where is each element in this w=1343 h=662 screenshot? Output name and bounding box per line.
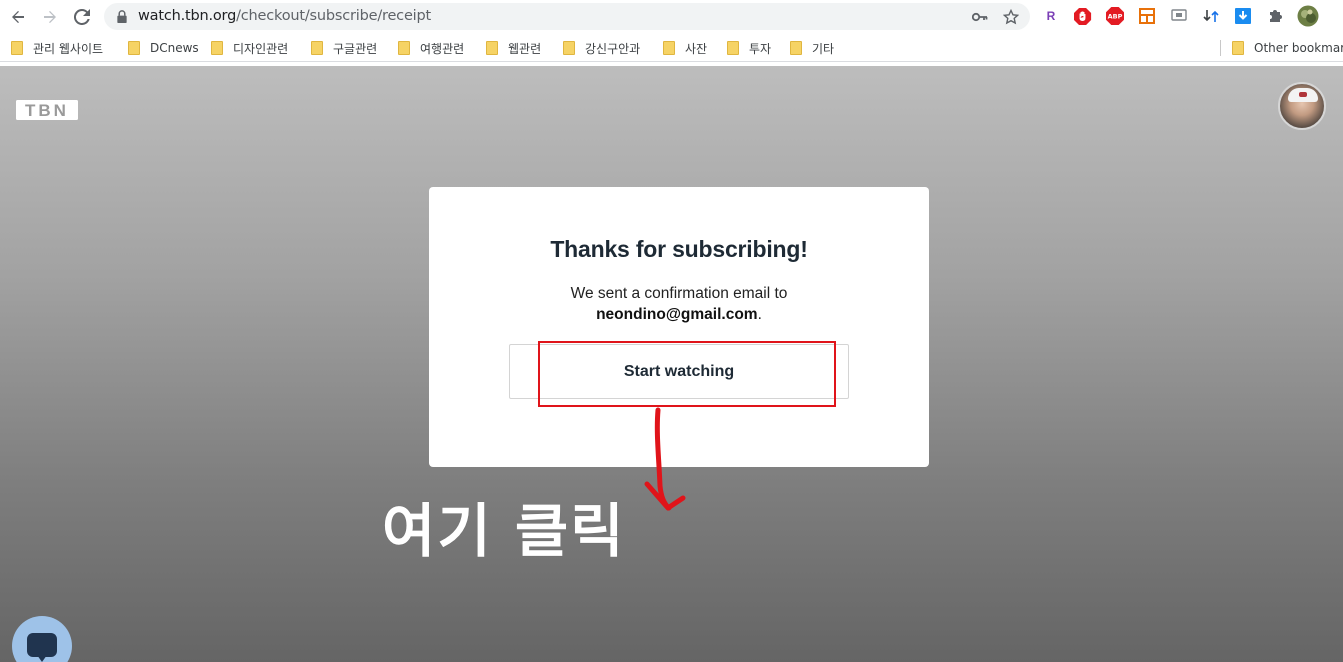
url-text: watch.tbn.org/checkout/subscribe/receipt	[138, 8, 431, 24]
reload-button[interactable]	[69, 4, 95, 30]
bookmark-folder[interactable]: 관리 웹사이트	[11, 39, 103, 57]
download-extension-icon[interactable]	[1233, 5, 1253, 27]
bookmark-label: 구글관련	[333, 41, 378, 56]
tbn-logo[interactable]: TBN	[16, 100, 78, 120]
start-watching-button[interactable]: Start watching	[509, 344, 849, 399]
chat-support-button[interactable]	[12, 616, 72, 662]
browser-toolbar: watch.tbn.org/checkout/subscribe/receipt…	[0, 0, 1343, 33]
url-path: /checkout/subscribe/receipt	[236, 8, 431, 24]
bookmark-label: 웹관련	[508, 41, 542, 56]
key-icon[interactable]	[970, 7, 990, 27]
screen-extension-icon[interactable]	[1169, 5, 1189, 27]
page-title: Thanks for subscribing!	[550, 236, 808, 262]
other-bookmarks-folder[interactable]: Other bookmarks	[1232, 39, 1343, 57]
bookmark-folder[interactable]: 여행관련	[398, 39, 464, 57]
folder-icon	[128, 41, 140, 55]
bookmarks-divider	[1220, 40, 1221, 56]
address-bar[interactable]: watch.tbn.org/checkout/subscribe/receipt	[104, 3, 1030, 30]
bookmark-folder[interactable]: 구글관련	[311, 39, 377, 57]
forward-button[interactable]	[37, 4, 63, 30]
confirmation-message: We sent a confirmation email to neondino…	[429, 283, 929, 325]
bookmarks-bar: 관리 웹사이트 DCnews 디자인관련 구글관련 여행관련 웹관련 강신구안과…	[0, 33, 1343, 62]
url-host: watch.tbn.org	[138, 8, 237, 24]
folder-icon	[11, 41, 23, 55]
adblock-label: ABP	[1108, 13, 1123, 21]
stop-hand-extension-icon[interactable]	[1073, 5, 1093, 27]
adblock-extension-icon[interactable]: ABP	[1105, 5, 1125, 27]
folder-icon	[727, 41, 739, 55]
bookmark-label: 관리 웹사이트	[33, 41, 104, 56]
page-content: TBN Thanks for subscribing! We sent a co…	[0, 66, 1343, 662]
email-period: .	[757, 306, 762, 323]
bookmark-folder[interactable]: 투자	[727, 39, 771, 57]
bookmark-folder[interactable]: 디자인관련	[211, 39, 288, 57]
logo-text: TBN	[25, 101, 69, 120]
bookmark-label: DCnews	[150, 41, 199, 55]
bookmark-label: 투자	[749, 41, 772, 56]
email-address: neondino@gmail.com	[596, 306, 758, 323]
layout-extension-icon[interactable]	[1137, 5, 1157, 27]
reload-icon	[74, 9, 90, 25]
folder-icon	[311, 41, 323, 55]
translate-extension-icon[interactable]	[1201, 5, 1221, 27]
extensions-puzzle-icon[interactable]	[1265, 5, 1285, 27]
bookmark-label: 디자인관련	[233, 41, 289, 56]
star-icon[interactable]	[1001, 7, 1021, 27]
folder-icon	[1232, 41, 1244, 55]
lock-icon	[117, 10, 127, 23]
folder-icon	[790, 41, 802, 55]
forward-arrow-icon	[44, 11, 56, 23]
user-avatar[interactable]	[1278, 82, 1326, 130]
bookmark-folder[interactable]: DCnews	[128, 39, 199, 57]
folder-icon	[563, 41, 575, 55]
folder-icon	[398, 41, 410, 55]
bookmark-folder[interactable]: 웹관련	[486, 39, 541, 57]
folder-icon	[211, 41, 223, 55]
bookmark-folder[interactable]: 강신구안과	[563, 39, 640, 57]
other-bookmarks-label: Other bookmarks	[1254, 41, 1343, 55]
bookmark-label: 여행관련	[420, 41, 465, 56]
subscription-receipt-card: Thanks for subscribing! We sent a confir…	[429, 187, 929, 467]
back-button[interactable]	[5, 4, 31, 30]
bookmark-folder[interactable]: 사잔	[663, 39, 707, 57]
r-extension-icon[interactable]: R	[1041, 5, 1061, 27]
folder-icon	[663, 41, 675, 55]
folder-icon	[486, 41, 498, 55]
bookmark-label: 강신구안과	[585, 41, 641, 56]
annotation-click-here-text: 여기 클릭	[382, 497, 626, 565]
profile-avatar-icon[interactable]	[1297, 5, 1319, 27]
confirmation-text: We sent a confirmation email to	[570, 285, 788, 302]
bookmark-folder[interactable]: 기타	[790, 39, 834, 57]
bookmark-label: 사잔	[685, 41, 708, 56]
avatar-cap	[1288, 88, 1318, 102]
chat-icon	[27, 633, 57, 662]
back-arrow-icon	[12, 11, 24, 23]
bookmark-label: 기타	[812, 41, 835, 56]
